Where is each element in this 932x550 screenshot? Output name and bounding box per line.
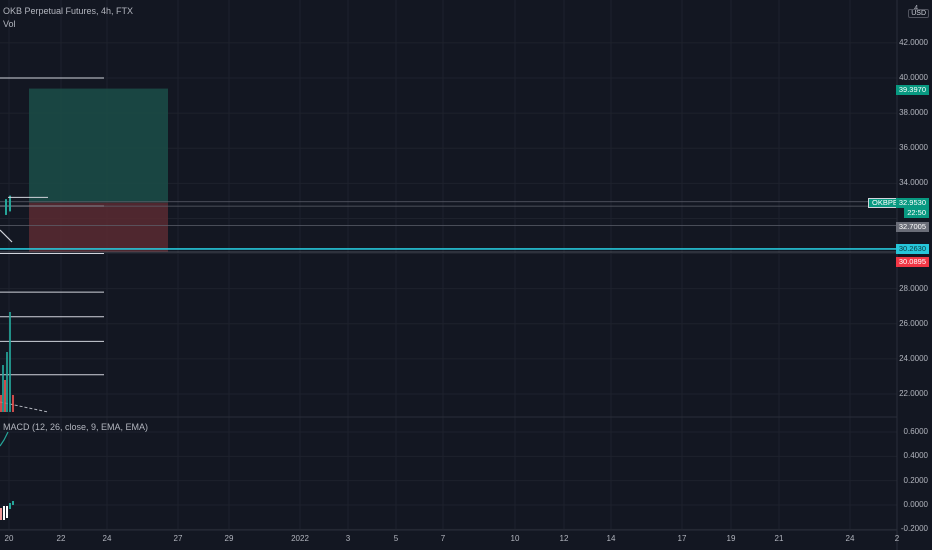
price-tick-label: 38.0000 — [899, 108, 928, 118]
entry-price-badge: 32.7005 — [895, 222, 929, 232]
chart-grid — [0, 0, 897, 530]
price-tick-label: 36.0000 — [899, 143, 928, 153]
time-tick-label: 7 — [440, 534, 446, 543]
volume-label[interactable]: Vol — [3, 19, 16, 29]
stop-price-badge: 30.0895 — [895, 257, 929, 267]
time-tick-label: 27 — [173, 534, 183, 543]
macd-tick-label: -0.2000 — [900, 524, 928, 534]
time-tick-label: 24 — [102, 534, 112, 543]
macd-tick-label: 0.2000 — [903, 475, 928, 485]
symbol-title[interactable]: OKB Perpetual Futures, 4h, FTX — [3, 6, 133, 16]
price-tick-label: 22.0000 — [899, 389, 928, 398]
time-tick-label: 5 — [393, 534, 399, 543]
price-tick-label: 26.0000 — [899, 318, 928, 328]
time-tick-label: 12 — [559, 534, 569, 543]
macd-tick-label: 0.4000 — [903, 451, 928, 461]
macd-pane — [0, 431, 14, 520]
countdown-badge: 22:50 — [904, 208, 929, 218]
time-tick-label: 14 — [606, 534, 616, 543]
trend-line — [0, 229, 13, 243]
profit-zone — [29, 88, 168, 203]
candle — [5, 199, 7, 215]
time-tick-label: 21 — [774, 534, 784, 543]
macd-label[interactable]: MACD (12, 26, close, 9, EMA, EMA) — [3, 422, 148, 432]
macd-histogram-bar — [12, 501, 14, 505]
price-tick-label: 34.0000 — [899, 178, 928, 188]
macd-tick-label: 0.6000 — [903, 427, 928, 436]
time-tick-label: 2 — [894, 534, 900, 543]
volume-bar — [2, 365, 4, 412]
time-tick-label: 24 — [845, 534, 855, 543]
macd-histogram-bar — [3, 506, 5, 520]
time-tick-label: 2022 — [291, 534, 309, 543]
macd-tick-label: 0.0000 — [903, 500, 928, 509]
time-tick-label: 19 — [726, 534, 736, 543]
price-tick-label: 28.0000 — [899, 283, 928, 293]
time-tick-label: 10 — [510, 534, 520, 543]
volume-bar — [4, 380, 6, 412]
currency-button[interactable]: USD — [908, 9, 929, 18]
time-tick-label: 20 — [4, 534, 14, 543]
time-tick-label: 3 — [345, 534, 351, 543]
candle — [9, 195, 11, 212]
last-price-badge: 32.9530 — [895, 198, 929, 208]
price-tick-label: 40.0000 — [899, 73, 928, 82]
loss-zone — [29, 202, 168, 252]
chart-canvas[interactable] — [0, 0, 932, 550]
volume-bar — [9, 312, 11, 412]
macd-line — [0, 431, 9, 447]
volume-bar — [0, 395, 2, 412]
macd-histogram-bar — [9, 503, 11, 509]
time-tick-label: 17 — [677, 534, 687, 543]
macd-histogram-bar — [6, 506, 8, 518]
volume-bar — [12, 395, 14, 412]
target-price-badge: 39.3970 — [895, 85, 929, 95]
volume-bar — [6, 352, 8, 412]
macd-histogram-bar — [0, 508, 2, 520]
time-tick-label: 22 — [56, 534, 66, 543]
time-tick-label: 29 — [224, 534, 234, 543]
long-position-tool — [29, 88, 168, 252]
price-tick-label: 24.0000 — [899, 353, 928, 363]
horizontal-line-badge: 30.2630 — [895, 244, 929, 254]
price-tick-label: 42.0000 — [899, 37, 928, 47]
